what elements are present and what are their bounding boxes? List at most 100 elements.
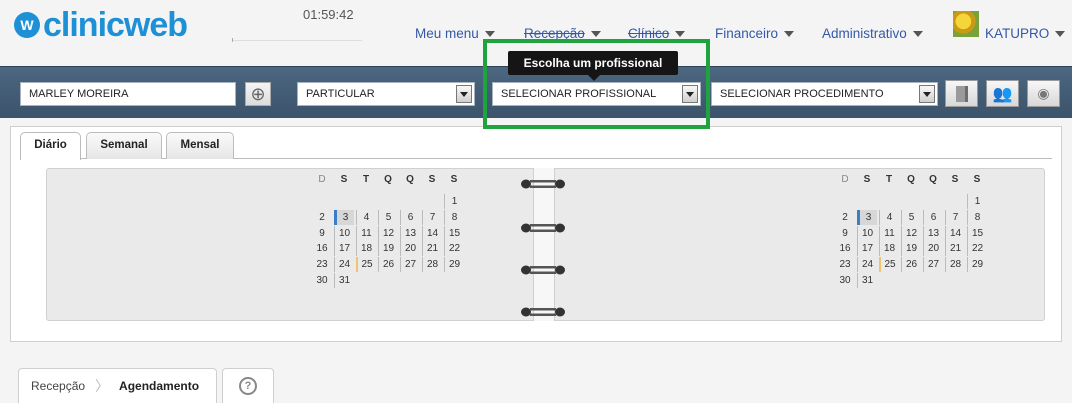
- calendar-day[interactable]: 23: [835, 257, 855, 272]
- calendar-day[interactable]: 27: [400, 257, 420, 273]
- calendar-day[interactable]: 23: [312, 257, 332, 272]
- calendar-day[interactable]: 2: [312, 210, 332, 225]
- calendar-day[interactable]: 8: [967, 209, 987, 225]
- calendar-day[interactable]: 16: [312, 241, 332, 256]
- calendar-binding: [533, 168, 555, 321]
- chevron-down-icon[interactable]: [456, 85, 472, 103]
- weekday-header: T: [885, 174, 893, 185]
- tab-semanal[interactable]: Semanal: [86, 132, 162, 159]
- calendar-day[interactable]: 30: [312, 273, 332, 288]
- calendar-day[interactable]: 28: [422, 257, 442, 273]
- calendar-day[interactable]: 16: [835, 241, 855, 256]
- session-progress-track: [232, 40, 362, 41]
- calendar-day[interactable]: 4: [356, 209, 376, 225]
- calendar-day[interactable]: 18: [356, 241, 376, 257]
- user-avatar[interactable]: [953, 11, 979, 37]
- book-icon: [955, 85, 968, 102]
- calendar-day[interactable]: 6: [923, 209, 943, 225]
- spiral-ring-icon: [520, 222, 566, 233]
- menu-financeiro[interactable]: Financeiro: [715, 26, 795, 41]
- calendar-day[interactable]: 22: [444, 241, 464, 257]
- procedure-select[interactable]: SELECIONAR PROCEDIMENTO: [711, 82, 938, 106]
- calendar-day[interactable]: 25: [356, 257, 376, 273]
- calendar-day[interactable]: 31: [857, 273, 877, 288]
- calendar-day[interactable]: 29: [967, 257, 987, 273]
- calendar-day[interactable]: 1: [967, 194, 987, 209]
- weekday-header: Q: [406, 174, 414, 185]
- calendar-day[interactable]: 9: [835, 226, 855, 241]
- calendar-day[interactable]: 13: [923, 225, 943, 241]
- calendar-day[interactable]: 5: [901, 209, 921, 225]
- calendar-day[interactable]: 11: [879, 225, 899, 241]
- calendar-day[interactable]: 10: [857, 225, 877, 241]
- calendar-day[interactable]: 21: [945, 241, 965, 257]
- calendar-day[interactable]: 24: [857, 257, 877, 273]
- menu-administrativo[interactable]: Administrativo: [822, 26, 923, 41]
- calendar-day[interactable]: 8: [444, 209, 464, 225]
- add-patient-button[interactable]: ⊕: [245, 82, 271, 106]
- weekday-header: D: [841, 174, 849, 185]
- calendar-day[interactable]: 19: [901, 241, 921, 257]
- patient-field[interactable]: MARLEY MOREIRA: [20, 82, 236, 106]
- calendar-day[interactable]: 7: [945, 209, 965, 225]
- calendar-day[interactable]: 21: [422, 241, 442, 257]
- calendar-day[interactable]: 10: [334, 225, 354, 241]
- calendar-day[interactable]: 31: [334, 273, 354, 288]
- calendar-day[interactable]: 26: [901, 257, 921, 273]
- calendar-day[interactable]: 20: [923, 241, 943, 257]
- menu-user[interactable]: KATUPRO: [985, 26, 1066, 41]
- calendar-day[interactable]: 6: [400, 209, 420, 225]
- user-name: KATUPRO: [985, 26, 1050, 41]
- chevron-down-icon[interactable]: [919, 85, 935, 103]
- calendar-day[interactable]: 25: [879, 257, 899, 273]
- logo[interactable]: W clinicweb: [14, 8, 188, 42]
- weekday-header: Q: [907, 174, 915, 185]
- breadcrumb-agendamento: Agendamento: [119, 379, 200, 393]
- breadcrumb-recepcao[interactable]: Recepção: [31, 379, 85, 393]
- calendar-day[interactable]: 27: [923, 257, 943, 273]
- menu-label: Administrativo: [822, 26, 907, 41]
- calendar-day[interactable]: 3: [334, 209, 354, 225]
- view-icon-button[interactable]: ◉: [1027, 80, 1060, 107]
- tab-diario[interactable]: Diário: [20, 132, 81, 160]
- calendar-day[interactable]: 11: [356, 225, 376, 241]
- calendar-day[interactable]: 17: [334, 241, 354, 257]
- calendar-day[interactable]: 14: [422, 225, 442, 241]
- menu-label: Meu menu: [415, 26, 479, 41]
- calendar-day[interactable]: 14: [945, 225, 965, 241]
- calendar-day[interactable]: 9: [312, 226, 332, 241]
- calendar-day[interactable]: 18: [879, 241, 899, 257]
- calendar-day[interactable]: 28: [945, 257, 965, 273]
- plan-select[interactable]: PARTICULAR: [297, 82, 475, 106]
- calendar-day[interactable]: 4: [879, 209, 899, 225]
- calendar-day[interactable]: 30: [835, 273, 855, 288]
- calendar-day[interactable]: 2: [835, 210, 855, 225]
- calendar-day[interactable]: 12: [378, 225, 398, 241]
- calendar-day[interactable]: 17: [857, 241, 877, 257]
- weekday-header: D: [318, 174, 326, 185]
- logo-badge-icon: W: [14, 12, 40, 38]
- calendar-day[interactable]: 7: [422, 209, 442, 225]
- book-icon-button[interactable]: [945, 80, 978, 107]
- calendar-day[interactable]: 15: [967, 225, 987, 241]
- calendar-day[interactable]: 3: [857, 209, 877, 225]
- calendar-day[interactable]: 26: [378, 257, 398, 273]
- help-button[interactable]: ?: [222, 368, 274, 403]
- calendar-day[interactable]: 20: [400, 241, 420, 257]
- calendar-day[interactable]: 15: [444, 225, 464, 241]
- calendar-day[interactable]: 13: [400, 225, 420, 241]
- weekday-header: T: [362, 174, 370, 185]
- users-icon-button[interactable]: 👥: [986, 80, 1019, 107]
- calendar-day[interactable]: 22: [967, 241, 987, 257]
- tab-mensal[interactable]: Mensal: [166, 132, 234, 159]
- weekday-header: Q: [929, 174, 937, 185]
- calendar-day[interactable]: 29: [444, 257, 464, 273]
- calendar-day[interactable]: 12: [901, 225, 921, 241]
- calendar-day[interactable]: 24: [334, 257, 354, 273]
- calendar-day[interactable]: 19: [378, 241, 398, 257]
- calendar-day[interactable]: 1: [444, 194, 464, 209]
- plan-select-value: PARTICULAR: [306, 88, 375, 100]
- calendar-day[interactable]: 5: [378, 209, 398, 225]
- eye-icon: ◉: [1037, 85, 1050, 101]
- spiral-ring-icon: [520, 306, 566, 317]
